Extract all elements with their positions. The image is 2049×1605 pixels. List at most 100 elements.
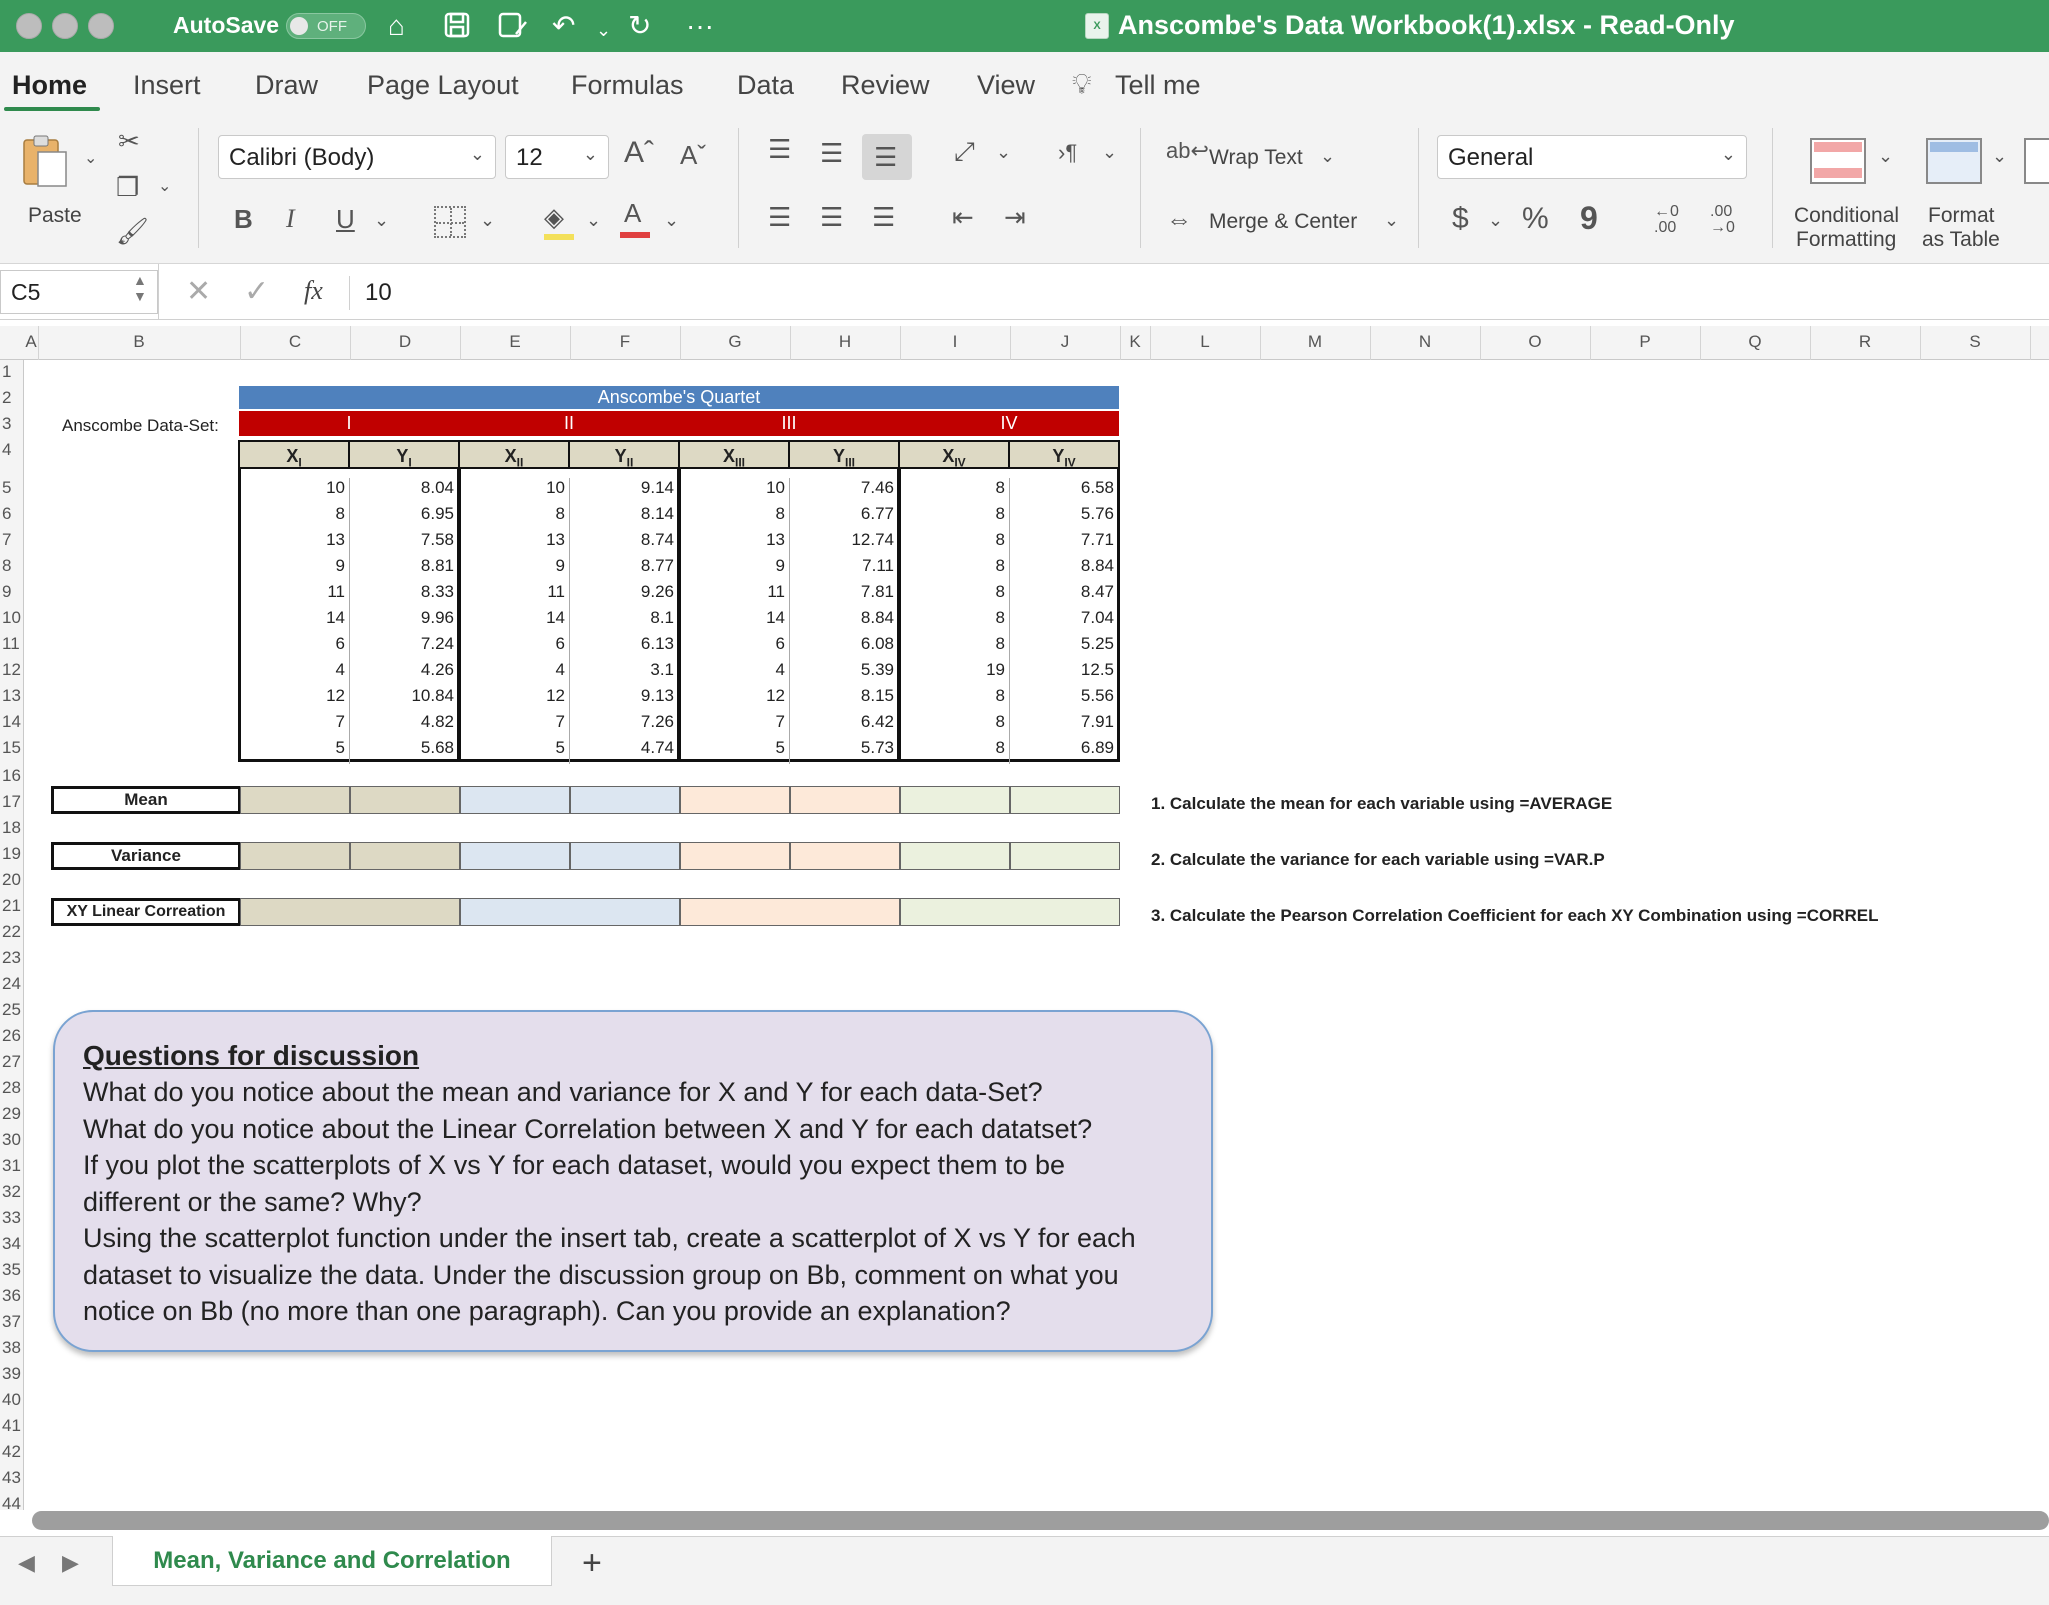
data-cell[interactable]: 4 [680,660,790,686]
wrap-text-label[interactable]: Wrap Text [1209,146,1303,170]
data-cell[interactable]: 7 [460,712,570,738]
data-cell[interactable]: 5.56 [1010,686,1118,712]
minimize-window-button[interactable] [52,13,78,39]
data-cell[interactable]: 6.89 [1010,738,1118,764]
column-header[interactable]: L [1150,332,1260,352]
align-right-icon[interactable]: ☰ [872,202,895,233]
column-header[interactable]: F [570,332,680,352]
redo-icon[interactable]: ↻ [628,10,651,42]
data-cell[interactable]: 5.68 [350,738,458,764]
correlation-input-cell[interactable] [900,898,1120,926]
row-header[interactable]: 34 [0,1234,22,1254]
row-header[interactable]: 32 [0,1182,22,1202]
column-header[interactable]: Q [1700,332,1810,352]
font-size-select[interactable]: 12 ⌄ [505,135,609,179]
paste-icon[interactable] [20,132,70,190]
increase-font-size-icon[interactable]: Aˆ [624,136,654,170]
align-left-icon[interactable]: ☰ [768,202,791,233]
row-header[interactable]: 42 [0,1442,22,1462]
row-header[interactable]: 1 [0,362,22,382]
correlation-input-cell[interactable] [240,898,460,926]
variable-header[interactable]: YIII [788,440,900,470]
row-header[interactable]: 14 [0,712,22,732]
previous-sheet-icon[interactable]: ◀ [18,1550,35,1576]
data-cell[interactable]: 4.74 [570,738,678,764]
data-cell[interactable]: 9.96 [350,608,458,634]
data-cell[interactable]: 7.58 [350,530,458,556]
variable-header[interactable]: YII [568,440,680,470]
row-header[interactable]: 38 [0,1338,22,1358]
row-header[interactable]: 29 [0,1104,22,1124]
row-header[interactable]: 20 [0,870,22,890]
row-header[interactable]: 28 [0,1078,22,1098]
row-header[interactable]: 37 [0,1312,22,1332]
tell-me-search[interactable]: Tell me [1115,70,1201,101]
borders-dropdown-icon[interactable]: ⌄ [480,210,495,231]
wrap-text-icon[interactable]: ab↩ [1166,138,1209,164]
data-cell[interactable]: 3.1 [570,660,678,686]
conditional-formatting-icon[interactable] [1810,138,1866,184]
data-cell[interactable]: 7.24 [350,634,458,660]
autosave-toggle[interactable]: OFF [286,13,366,39]
sheet-tab-active[interactable]: Mean, Variance and Correlation [112,1536,552,1586]
decrease-font-size-icon[interactable]: Aˇ [680,140,706,171]
row-header[interactable]: 24 [0,974,22,994]
data-cell[interactable]: 11 [680,582,790,608]
variable-header[interactable]: XIII [678,440,790,470]
data-cell[interactable]: 6.95 [350,504,458,530]
data-cell[interactable]: 14 [680,608,790,634]
text-direction-icon[interactable]: ›¶ [1058,140,1077,166]
currency-dropdown-icon[interactable]: ⌄ [1488,210,1503,231]
data-cell[interactable]: 4 [240,660,350,686]
instruction-variance[interactable]: 2. Calculate the variance for each varia… [1151,850,1605,870]
decrease-indent-icon[interactable]: ⇤ [952,202,974,233]
orientation-icon[interactable]: ⤢ [954,136,975,168]
format-as-table-icon[interactable] [1926,138,1982,184]
data-cell[interactable]: 6.58 [1010,478,1118,504]
data-cell[interactable]: 6 [460,634,570,660]
data-cell[interactable]: 9 [460,556,570,582]
data-cell[interactable]: 19 [900,660,1010,686]
tab-formulas[interactable]: Formulas [571,70,684,101]
column-header[interactable]: K [1120,332,1150,352]
data-cell[interactable]: 8.47 [1010,582,1118,608]
data-cell[interactable]: 10 [680,478,790,504]
correlation-label[interactable]: XY Linear Correation [51,898,241,926]
data-cell[interactable]: 6.77 [790,504,898,530]
data-cell[interactable]: 6.42 [790,712,898,738]
column-header[interactable]: O [1480,332,1590,352]
summary-input-cell[interactable] [790,786,900,814]
row-header[interactable]: 21 [0,896,22,916]
data-cell[interactable]: 8 [900,634,1010,660]
row-header[interactable]: 5 [0,478,22,498]
close-window-button[interactable] [16,13,42,39]
row-header[interactable]: 18 [0,818,22,838]
row-header[interactable]: 23 [0,948,22,968]
data-cell[interactable]: 11 [460,582,570,608]
discussion-textbox[interactable]: Questions for discussion What do you not… [53,1010,1213,1352]
save-icon[interactable] [442,10,472,47]
copy-icon[interactable]: ❐ [116,172,139,203]
data-cell[interactable]: 8.74 [570,530,678,556]
data-cell[interactable]: 6.08 [790,634,898,660]
data-cell[interactable]: 7.11 [790,556,898,582]
tab-page-layout[interactable]: Page Layout [367,70,519,101]
row-header[interactable]: 22 [0,922,22,942]
column-header[interactable]: P [1590,332,1700,352]
row-header[interactable]: 12 [0,660,22,680]
data-cell[interactable]: 5.25 [1010,634,1118,660]
currency-button[interactable]: $ [1452,202,1469,236]
column-header[interactable]: R [1810,332,1920,352]
undo-icon[interactable]: ↶ [552,10,575,42]
data-cell[interactable]: 5.73 [790,738,898,764]
variable-header[interactable]: YIV [1008,440,1120,470]
correlation-input-cell[interactable] [680,898,900,926]
column-header[interactable]: G [680,332,790,352]
percent-button[interactable]: % [1522,202,1549,236]
row-header[interactable]: 15 [0,738,22,758]
align-middle-icon[interactable]: ☰ [820,138,843,169]
decrease-decimal-icon[interactable]: .00 →0 [1710,204,1735,236]
summary-input-cell[interactable] [1010,842,1120,870]
column-header[interactable]: H [790,332,900,352]
tab-review[interactable]: Review [841,70,930,101]
